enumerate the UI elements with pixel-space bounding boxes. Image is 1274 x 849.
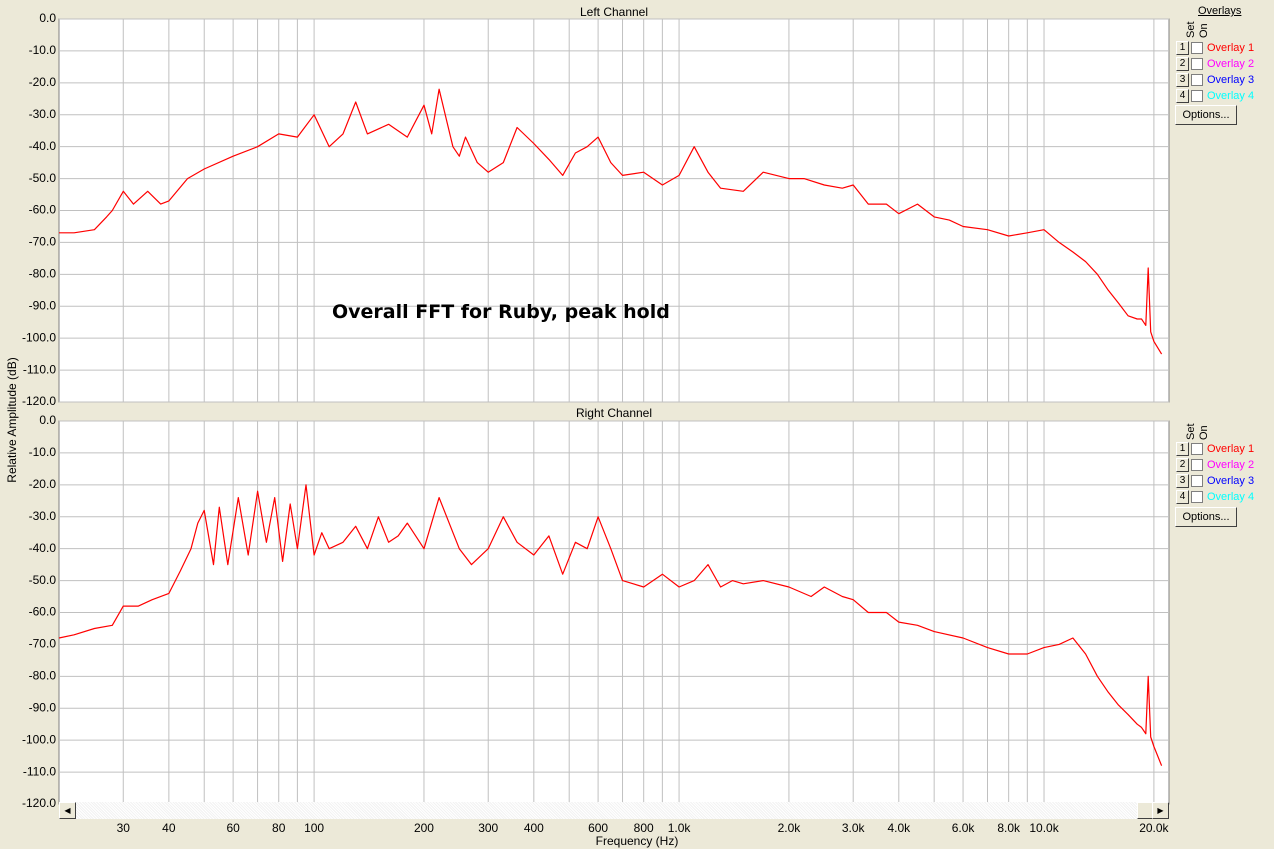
y-tick-label: -60.0 [29,203,57,217]
x-tick-label: 60 [226,821,240,835]
fft-plots: Left Channel 0.0 -10.0 -20.0 -30.0 -40.0 -50.0… [22,5,1170,835]
overlay-on-checkbox[interactable] [1191,475,1203,487]
y-tick-label: -120.0 [22,796,56,810]
overlay-set-button[interactable]: 4 [1176,490,1189,504]
overlay-label: Overlay 4 [1207,90,1255,102]
options-button[interactable]: Options... [1175,507,1237,527]
x-axis-label: Frequency (Hz) [595,834,679,848]
chart-title: Right Channel [576,406,652,420]
x-tick-label: 4.0k [887,821,911,835]
y-tick-label: -30.0 [29,107,57,121]
scroll-right-button[interactable]: ▶ [1152,802,1169,819]
y-tick-label: 0.0 [39,413,56,427]
overlay-row: 2 Overlay 2 [1176,458,1254,472]
x-tick-label: 200 [414,821,434,835]
y-tick-label: -30.0 [29,509,57,523]
overlays-panel-right: Set On 1 Overlay 1 2 Overlay 2 3 Overlay… [1173,402,1274,802]
overlay-on-checkbox[interactable] [1191,443,1203,455]
overlay-on-checkbox[interactable] [1191,459,1203,471]
y-tick-label: -40.0 [29,541,57,555]
overlay-label: Overlay 1 [1207,42,1255,54]
y-tick-label: -40.0 [29,139,57,153]
overlay-label: Overlay 4 [1207,491,1255,503]
overlay-label: Overlay 2 [1207,58,1255,70]
overlay-on-checkbox[interactable] [1191,90,1203,102]
set-header: Set [1185,423,1197,440]
y-tick-label: -50.0 [29,573,57,587]
overlay-label: Overlay 2 [1207,459,1255,471]
x-tick-label: 6.0k [952,821,976,835]
y-tick-label: -20.0 [29,75,57,89]
set-header: Set [1185,21,1197,38]
chart-annotation: Overall FFT for Ruby, peak hold [332,301,670,323]
y-tick-label: -100.0 [22,732,56,746]
overlay-set-button[interactable]: 3 [1176,73,1189,87]
overlay-on-checkbox[interactable] [1191,58,1203,70]
x-tick-label: 3.0k [842,821,866,835]
overlay-set-button[interactable]: 4 [1176,89,1189,103]
y-tick-label: -70.0 [29,637,57,651]
y-tick-label: -90.0 [29,298,57,312]
overlay-row: 2 Overlay 2 [1176,57,1254,71]
y-tick-label: -70.0 [29,235,57,249]
y-tick-label: -60.0 [29,605,57,619]
overlay-row: 1 Overlay 1 [1176,41,1254,55]
scroll-track[interactable] [76,802,1137,819]
overlay-on-checkbox[interactable] [1191,491,1203,503]
y-tick-label: -80.0 [29,669,57,683]
y-axis-label: Relative Amplitude (dB) [5,357,19,483]
x-tick-label: 400 [524,821,544,835]
overlay-set-button[interactable]: 2 [1176,57,1189,71]
overlay-label: Overlay 1 [1207,443,1255,455]
overlay-on-checkbox[interactable] [1191,42,1203,54]
x-tick-label: 2.0k [778,821,802,835]
y-tick-label: -10.0 [29,43,57,57]
y-tick-label: -100.0 [22,330,56,344]
overlay-row: 3 Overlay 3 [1176,73,1254,87]
x-tick-label: 30 [117,821,131,835]
overlays-panel-left: Overlays Set On 1 Overlay 1 2 Overlay 2 … [1173,0,1274,400]
y-tick-label: -80.0 [29,267,57,281]
x-tick-label: 10.0k [1029,821,1059,835]
on-header: On [1198,23,1210,38]
chart-title: Left Channel [580,5,648,19]
overlays-title[interactable]: Overlays [1198,5,1241,17]
y-tick-label: -110.0 [23,764,56,778]
y-tick-label: 0.0 [39,11,56,25]
overlay-on-checkbox[interactable] [1191,74,1203,86]
overlay-set-button[interactable]: 1 [1176,442,1189,456]
x-tick-label: 20.0k [1139,821,1169,835]
scroll-left-button[interactable]: ◀ [59,802,76,819]
x-tick-label: 8.0k [997,821,1021,835]
overlay-set-button[interactable]: 3 [1176,474,1189,488]
overlay-row: 3 Overlay 3 [1176,474,1254,488]
options-button[interactable]: Options... [1175,105,1237,125]
y-tick-label: -20.0 [29,477,57,491]
y-tick-label: -10.0 [29,445,57,459]
y-tick-label: -110.0 [23,362,56,376]
overlay-label: Overlay 3 [1207,475,1255,487]
overlay-set-button[interactable]: 2 [1176,458,1189,472]
y-tick-label: -120.0 [22,394,56,408]
overlay-row: 4 Overlay 4 [1176,490,1254,504]
x-tick-label: 80 [272,821,286,835]
overlay-set-button[interactable]: 1 [1176,41,1189,55]
y-tick-label: -50.0 [29,171,57,185]
y-tick-label: -90.0 [29,700,57,714]
x-tick-label: 40 [162,821,176,835]
overlay-row: 4 Overlay 4 [1176,89,1254,103]
x-tick-label: 100 [304,821,324,835]
on-header: On [1198,425,1210,440]
overlay-row: 1 Overlay 1 [1176,442,1254,456]
x-tick-label: 300 [478,821,498,835]
overlay-label: Overlay 3 [1207,74,1255,86]
